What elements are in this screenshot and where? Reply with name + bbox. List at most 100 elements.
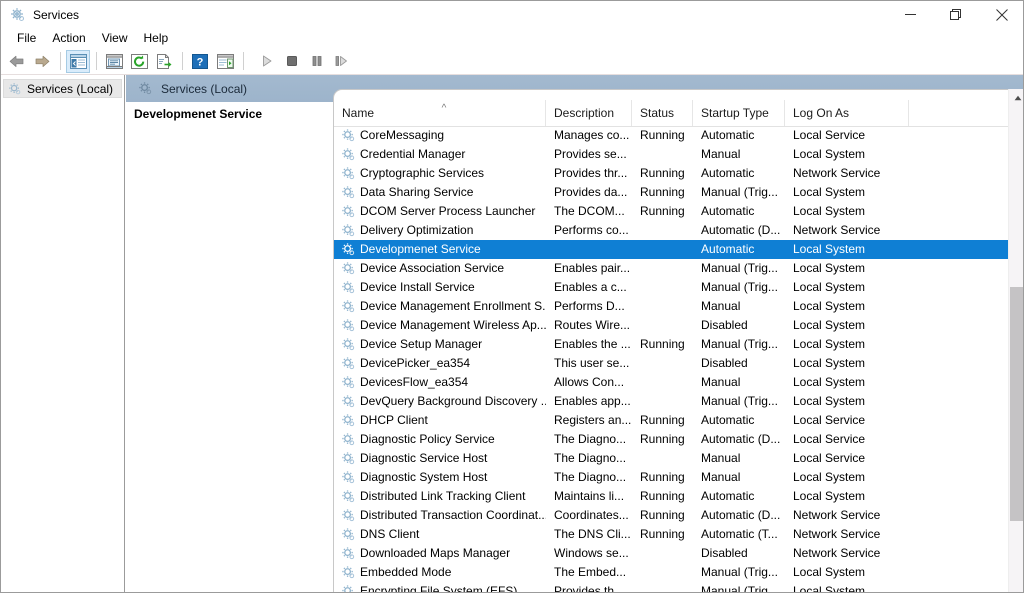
cell-logon: Local System — [793, 318, 866, 332]
table-row[interactable]: Distributed Link Tracking Client Maintain… — [334, 487, 1023, 506]
column-header-status[interactable]: Status — [632, 100, 693, 126]
table-row[interactable]: DevicePicker_ea354 This user se... Disable… — [334, 354, 1023, 373]
properties-button[interactable] — [102, 50, 126, 73]
stop-service-button[interactable] — [280, 50, 304, 73]
table-row[interactable]: Credential Manager Provides se... Manual Lo… — [334, 145, 1023, 164]
scrollbar-thumb[interactable] — [1010, 287, 1023, 521]
cell-startup: Disabled — [701, 318, 748, 332]
table-row[interactable]: DevQuery Background Discovery ... Enables… — [334, 392, 1023, 411]
cell-description: Registers an... — [554, 413, 632, 427]
cell-status: Running — [640, 128, 685, 142]
vertical-scrollbar[interactable] — [1008, 89, 1023, 592]
cell-name: Device Setup Manager — [360, 337, 483, 351]
cell-startup: Automatic — [701, 128, 755, 142]
restart-service-button[interactable] — [330, 50, 354, 73]
table-row[interactable]: Diagnostic Policy Service The Diagno... Ru… — [334, 430, 1023, 449]
scroll-up-button[interactable] — [1009, 89, 1023, 106]
show-hide-console-tree-button[interactable] — [66, 49, 90, 73]
back-button[interactable] — [5, 50, 29, 73]
column-header-log-on-as-label: Log On As — [793, 106, 850, 120]
table-row[interactable]: DevicesFlow_ea354 Allows Con... Manual Loca… — [334, 373, 1023, 392]
cell-status — [632, 392, 693, 411]
cell-status: Running — [640, 337, 685, 351]
column-header-log-on-as[interactable]: Log On As — [785, 100, 909, 126]
table-row[interactable]: Cryptographic Services Provides thr... Run… — [334, 164, 1023, 183]
cell-status: Running — [640, 489, 685, 503]
menu-bar: File Action View Help — [1, 28, 1023, 48]
cell-name: Cryptographic Services — [360, 166, 485, 180]
table-row[interactable]: Data Sharing Service Provides da... Runnin… — [334, 183, 1023, 202]
menu-file[interactable]: File — [9, 29, 44, 47]
cell-description: Provides da... — [554, 185, 628, 199]
start-service-button[interactable] — [255, 50, 279, 73]
table-row[interactable]: Device Setup Manager Enables the ... Runni… — [334, 335, 1023, 354]
cell-logon: Local Service — [793, 128, 866, 142]
cell-status — [632, 563, 693, 582]
cell-startup: Manual (Trig... — [701, 394, 778, 408]
table-row[interactable]: Distributed Transaction Coordinat... Coor… — [334, 506, 1023, 525]
cell-name: Diagnostic Policy Service — [360, 432, 495, 446]
cell-logon: Local System — [793, 375, 866, 389]
tree-item-services-local[interactable]: Services (Local) — [3, 79, 122, 98]
table-row[interactable]: DCOM Server Process Launcher The DCOM... R… — [334, 202, 1023, 221]
table-row[interactable]: Diagnostic Service Host The Diagno... Manu… — [334, 449, 1023, 468]
table-row[interactable]: Embedded Mode The Embed... Manual (Trig...… — [334, 563, 1023, 582]
toolbar-separator — [182, 52, 183, 70]
table-row[interactable]: DNS Client The DNS Cli... Running Automatic… — [334, 525, 1023, 544]
table-row[interactable]: Device Association Service Enables pair..… — [334, 259, 1023, 278]
cell-name: Data Sharing Service — [360, 185, 474, 199]
cell-description: Manages co... — [554, 128, 630, 142]
table-row[interactable]: DHCP Client Registers an... Running Automat… — [334, 411, 1023, 430]
forward-button[interactable] — [30, 50, 54, 73]
close-button[interactable] — [979, 1, 1023, 28]
table-row[interactable]: Device Install Service Enables a c... Manu… — [334, 278, 1023, 297]
cell-logon: Local System — [793, 356, 866, 370]
column-header-startup-type[interactable]: Startup Type — [693, 100, 785, 126]
cell-status — [632, 373, 693, 392]
cell-name: DCOM Server Process Launcher — [360, 204, 536, 218]
cell-logon: Network Service — [793, 508, 881, 522]
table-row[interactable]: Device Management Enrollment S... Perform… — [334, 297, 1023, 316]
table-row[interactable]: Encrypting File System (EFS) Provides th.… — [334, 582, 1023, 593]
cell-startup: Manual (Trig... — [701, 185, 778, 199]
cell-status: Running — [640, 204, 685, 218]
table-row[interactable]: CoreMessaging Manages co... Running Automat… — [334, 126, 1023, 145]
tree-item-label: Services (Local) — [27, 81, 114, 96]
minimize-button[interactable] — [887, 1, 933, 28]
menu-help[interactable]: Help — [136, 29, 177, 47]
cell-name: DevicesFlow_ea354 — [360, 375, 469, 389]
console-tree-pane: Services (Local) — [1, 75, 125, 592]
title-bar: Services — [1, 1, 1023, 28]
help-button[interactable]: ? — [188, 50, 212, 73]
toolbar-separator — [96, 52, 97, 70]
cell-name: Diagnostic System Host — [360, 470, 488, 484]
table-row[interactable]: Diagnostic System Host The Diagno... Runni… — [334, 468, 1023, 487]
cell-name: Diagnostic Service Host — [360, 451, 488, 465]
table-row[interactable]: Delivery Optimization Performs co... Autom… — [334, 221, 1023, 240]
cell-startup: Automatic (T... — [701, 527, 778, 541]
menu-action[interactable]: Action — [44, 29, 93, 47]
column-header-description[interactable]: Description — [546, 100, 632, 126]
menu-view[interactable]: View — [94, 29, 136, 47]
cell-startup: Disabled — [701, 356, 748, 370]
cell-status: Running — [640, 508, 685, 522]
cell-name: Encrypting File System (EFS) — [360, 584, 518, 593]
cell-status: Running — [640, 432, 685, 446]
pause-service-button[interactable] — [305, 50, 329, 73]
table-row[interactable]: Downloaded Maps Manager Windows se... Disa… — [334, 544, 1023, 563]
export-list-button[interactable] — [152, 50, 176, 73]
cell-startup: Manual (Trig... — [701, 337, 778, 351]
cell-description: Coordinates... — [554, 508, 629, 522]
cell-name: Device Management Enrollment S... — [360, 299, 546, 313]
cell-logon: Local Service — [793, 413, 866, 427]
cell-logon: Local System — [793, 261, 866, 275]
cell-description: Provides thr... — [554, 166, 628, 180]
table-row[interactable]: Device Management Wireless Ap... Routes W… — [334, 316, 1023, 335]
refresh-button[interactable] — [127, 50, 151, 73]
show-hide-action-pane-button[interactable] — [213, 50, 237, 73]
cell-name: Distributed Link Tracking Client — [360, 489, 526, 503]
column-header-name[interactable]: Name ^ — [334, 100, 546, 126]
restore-button[interactable] — [933, 1, 979, 28]
column-header-startup-type-label: Startup Type — [701, 106, 769, 120]
table-row[interactable]: Developmenet Service Automatic Local Syste… — [334, 240, 1023, 259]
